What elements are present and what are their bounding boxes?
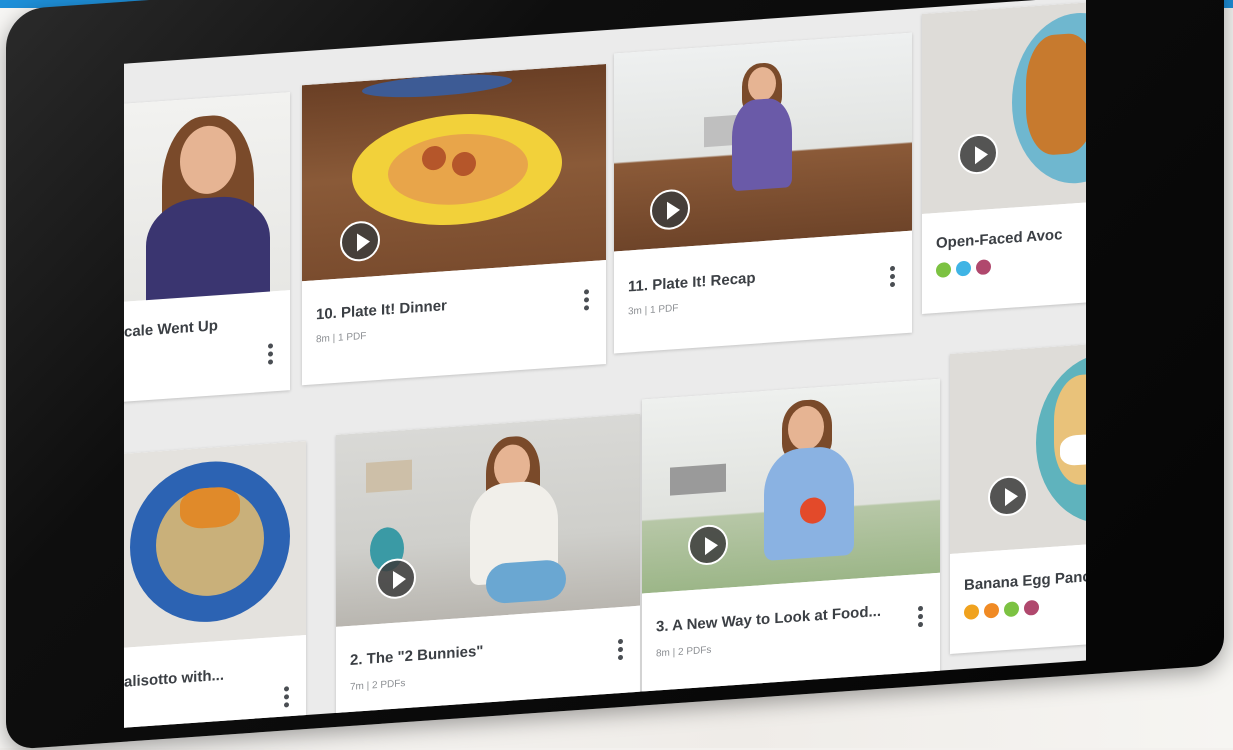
tag-dots	[936, 259, 991, 279]
video-title[interactable]: 10. Plate It! Dinner	[316, 297, 447, 323]
video-title[interactable]: Banana Egg Panca	[964, 568, 1086, 594]
video-thumbnail[interactable]	[124, 92, 290, 303]
video-card[interactable]: 10. Plate It! Dinner 8m | 1 PDF	[302, 64, 606, 386]
video-title[interactable]: 11. Plate It! Recap	[628, 270, 756, 296]
video-card[interactable]: Open-Faced Avoc	[922, 1, 1086, 314]
video-card[interactable]: Banana Egg Panca	[950, 341, 1086, 654]
kebab-menu-icon[interactable]	[618, 638, 624, 661]
video-card[interactable]: alisotto with...	[124, 441, 306, 728]
video-thumbnail[interactable]	[950, 341, 1086, 554]
video-thumbnail[interactable]	[302, 64, 606, 282]
video-card[interactable]: cale Went Up	[124, 92, 290, 403]
kebab-menu-icon[interactable]	[918, 605, 924, 628]
video-meta: 3m | 1 PDF	[628, 302, 679, 318]
tablet-device: cale Went Up 10. Plate It! Dinner 8m | 1…	[6, 0, 1224, 750]
video-meta: 7m | 2 PDFs	[350, 678, 406, 693]
video-title[interactable]: cale Went Up	[124, 317, 218, 341]
tag-dot	[964, 603, 979, 621]
video-title[interactable]: 2. The "2 Bunnies"	[350, 643, 483, 669]
video-title[interactable]: Open-Faced Avoc	[936, 226, 1062, 252]
kebab-menu-icon[interactable]	[584, 289, 590, 311]
kebab-menu-icon[interactable]	[890, 265, 896, 288]
tag-dots	[964, 599, 1039, 621]
tablet-screen: cale Went Up 10. Plate It! Dinner 8m | 1…	[124, 0, 1086, 728]
video-card[interactable]: 11. Plate It! Recap 3m | 1 PDF	[614, 32, 912, 354]
tag-dot	[984, 602, 999, 619]
video-meta: 8m | 1 PDF	[316, 330, 367, 346]
video-thumbnail[interactable]	[614, 32, 912, 252]
video-thumbnail[interactable]	[336, 413, 640, 627]
video-card[interactable]: 2. The "2 Bunnies" 7m | 2 PDFs	[336, 413, 640, 728]
video-thumbnail[interactable]	[922, 1, 1086, 214]
video-thumbnail[interactable]	[642, 378, 940, 594]
tag-dot	[1004, 601, 1019, 618]
tag-dot	[1024, 599, 1039, 616]
kebab-menu-icon[interactable]	[284, 686, 290, 708]
tag-dot	[936, 261, 951, 278]
video-card[interactable]: 3. A New Way to Look at Food... 8m | 2 P…	[642, 378, 940, 700]
video-title[interactable]: 3. A New Way to Look at Food...	[656, 603, 881, 636]
tag-dot	[956, 260, 971, 277]
video-meta: 8m | 2 PDFs	[656, 644, 712, 660]
video-title[interactable]: alisotto with...	[124, 667, 224, 691]
video-thumbnail[interactable]	[124, 441, 306, 649]
tag-dot	[976, 259, 991, 276]
kebab-menu-icon[interactable]	[268, 343, 274, 365]
